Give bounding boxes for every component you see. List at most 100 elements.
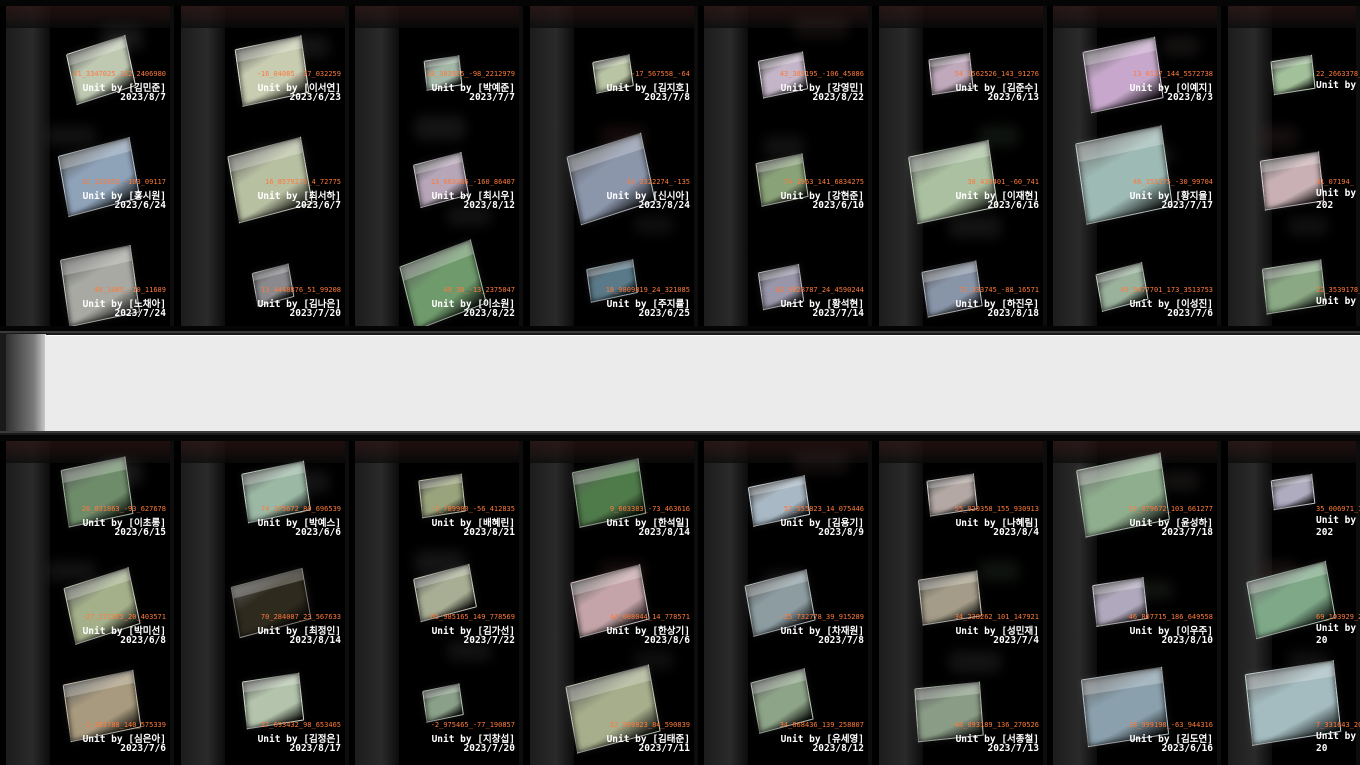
artwork-unit-card[interactable]: 13_663266_-160_86407 Unit by [최시우] 2023/8/…: [355, 134, 523, 234]
artwork-unit-card[interactable]: 72_333745_-88_16571 Unit by [하진우] 2023/8/1…: [879, 242, 1047, 326]
artwork-unit-card[interactable]: -16_04085_-37_032259 Unit by [이서연] 2023/6/…: [181, 26, 349, 126]
unit-author-label: Unit by [: [1316, 515, 1360, 526]
artwork-unit-card[interactable]: 46_807715_186_649558 Unit by [이우주] 2023/8/…: [1053, 569, 1221, 669]
artwork-unit-card[interactable]: 22_3539178_12 Unit by [: [1228, 242, 1360, 326]
gallery-row-bottom: 26_831863_-93_627678 Unit by [이초롱] 2023/6/…: [0, 441, 1360, 765]
artwork-unit-card[interactable]: 69_103929_2 Unit by [20: [1228, 560, 1360, 669]
artwork-unit-card[interactable]: 49_1085_-10_11689 Unit by [노채아] 2023/7/24: [6, 242, 174, 326]
artwork-unit-card[interactable]: 13_4448876_51_99208 Unit by [김나은] 2023/7/2…: [181, 242, 349, 326]
artwork-unit-card[interactable]: 41_3347025_132_2406980 Unit by [김민준] 2023/…: [6, 26, 174, 126]
coordinate-label: 57_555823_14_075446: [783, 505, 864, 513]
artwork-unit-card[interactable]: 57_555823_14_075446 Unit by [김용기] 2023/8/9: [704, 461, 872, 561]
column-top-wall: [1053, 6, 1221, 28]
unit-date-label: 2023/7/20: [463, 743, 515, 754]
artwork-unit-card[interactable]: 54_1562526_143_91276 Unit by [김준수] 2023/6/…: [879, 26, 1047, 126]
unit-date-label: 20: [1316, 635, 1328, 646]
artwork-unit-card[interactable]: -17_567558_-64 Unit by [김지호] 2023/7/8: [530, 26, 698, 126]
blank-display-panel: [45, 335, 1360, 431]
column-top-wall: [6, 441, 174, 463]
artwork-unit-card[interactable]: 31_115853_-103_09117 Unit by [홍시원] 2023/6/…: [6, 134, 174, 234]
coordinate-label: -1_203788_140_575339: [81, 721, 166, 729]
artwork-unit-card[interactable]: 41_07194_ Unit by [202: [1228, 134, 1360, 234]
unit-date-label: 2023/7/6: [120, 743, 166, 754]
artwork-cube-thumbnail[interactable]: [1270, 54, 1316, 96]
artwork-unit-card[interactable]: 13_0137_144_5572738 Unit by [이예지] 2023/8/3: [1053, 26, 1221, 126]
column-top-wall: [355, 441, 523, 463]
coordinate-label: 41_07194_: [1316, 178, 1354, 186]
unit-date-label: 2023/7/14: [812, 308, 864, 319]
artwork-unit-card[interactable]: 74_375672_80_696539 Unit by [박예스] 2023/6/6: [181, 460, 349, 561]
artwork-unit-card[interactable]: -25_732778_39_915289 Unit by [차재원] 2023/7/…: [704, 569, 872, 669]
artwork-unit-card[interactable]: -1_203788_140_575339 Unit by [심은아] 2023/7/…: [6, 669, 174, 765]
column-top-wall: [1228, 441, 1360, 463]
coordinate-label: 13_4448876_51_99208: [260, 286, 341, 294]
artwork-cube-thumbnail[interactable]: [241, 460, 311, 524]
artwork-unit-card[interactable]: 34_238262_101_147921 Unit by [성민재] 2023/7/…: [879, 569, 1047, 669]
coordinate-label: 41_3347025_132_2406980: [73, 70, 166, 78]
artwork-unit-card[interactable]: 38_439401_-60_741 Unit by [이재현] 2023/6/16: [879, 134, 1047, 234]
coordinate-label: 34_868436_139_258807: [779, 721, 864, 729]
artwork-unit-card[interactable]: -2_975465_-77_190857 Unit by [지창섭] 2023/7/…: [355, 677, 523, 765]
artwork-unit-card[interactable]: 70_284087_23_567633 Unit by [최정인] 2023/8/1…: [181, 567, 349, 669]
artwork-unit-card[interactable]: 22_2663378_68_ Unit by [: [1228, 26, 1360, 126]
artwork-cube-thumbnail[interactable]: [1270, 473, 1316, 511]
coordinate-label: 31_115853_-103_09117: [81, 178, 166, 186]
coordinate-label: 22_2663378_68_: [1316, 70, 1360, 78]
unit-date-label: 2023/7/8: [818, 635, 864, 646]
unit-date-label: 2023/8/3: [1167, 92, 1213, 103]
artwork-unit-card[interactable]: 43_2322274_-135 Unit by [신시아] 2023/8/24: [530, 132, 698, 234]
coordinate-label: 22_3539178_12: [1316, 286, 1360, 294]
unit-date-label: 2023/8/6: [644, 635, 690, 646]
top-column-3: 18_383925_-98_2212979 Unit by [박예준] 2023/7…: [355, 6, 523, 326]
coordinate-label: 43_389195_-106_45086: [779, 70, 864, 78]
coordinate-label: 35_006971_1: [1316, 505, 1360, 513]
artwork-unit-card[interactable]: 34_868436_139_258807 Unit by [유세영] 2023/8/…: [704, 668, 872, 765]
artwork-unit-card[interactable]: 35_006971_1 Unit by [202: [1228, 461, 1360, 561]
column-top-wall: [530, 441, 698, 463]
top-column-7: 13_0137_144_5572738 Unit by [이예지] 2023/8/3…: [1053, 6, 1221, 326]
artwork-unit-card[interactable]: 46_155175_-30_99704 Unit by [황지율] 2023/7/1…: [1053, 125, 1221, 234]
unit-author-label: Unit by [: [1316, 296, 1360, 307]
artwork-unit-card[interactable]: -27_272925_20_403571 Unit by [박미선] 2023/6/…: [6, 567, 174, 669]
artwork-unit-card[interactable]: 7_331643_20 Unit by 20: [1228, 660, 1360, 765]
coordinate-label: 74_375672_80_696539: [260, 505, 341, 513]
artwork-unit-card[interactable]: 16_8579275_4_72775 Unit by [최서하] 2023/6/7: [181, 134, 349, 234]
coordinate-label: 34_238262_101_147921: [954, 613, 1039, 621]
artwork-unit-card[interactable]: 43_389195_-106_45086 Unit by [강영민] 2023/8/…: [704, 26, 872, 126]
artwork-unit-card[interactable]: 9_603383_-73_463616 Unit by [한석일] 2023/8/1…: [530, 458, 698, 561]
unit-date-label: 2023/7/11: [638, 743, 690, 754]
artwork-unit-card[interactable]: 53_079672_103_661277 Unit by [윤성하] 2023/7/…: [1053, 452, 1221, 561]
artwork-unit-card[interactable]: 18_383925_-98_2212979 Unit by [박예준] 2023/7…: [355, 26, 523, 126]
coordinate-label: -27_272925_20_403571: [81, 613, 166, 621]
coordinate-label: 65_985165_149_778569: [430, 613, 515, 621]
bottom-column-1: 26_831863_-93_627678 Unit by [이초롱] 2023/6/…: [6, 441, 174, 765]
artwork-cube-thumbnail[interactable]: [1075, 125, 1173, 225]
coordinate-label: 70_284087_23_567633: [260, 613, 341, 621]
coordinate-label: 49_1085_-10_11689: [94, 286, 166, 294]
artwork-cube-thumbnail[interactable]: [422, 683, 464, 723]
artwork-unit-card[interactable]: -3_789900_-56_412835 Unit by [배혜린] 2023/8/…: [355, 461, 523, 561]
artwork-unit-card[interactable]: 48_093189_136_270526 Unit by [서종철] 2023/7/…: [879, 677, 1047, 765]
coordinate-label: 27_693432_98_653465: [260, 721, 341, 729]
artwork-unit-card[interactable]: 18_9809819_24_321085 Unit by [주지률] 2023/6/…: [530, 242, 698, 326]
top-column-6: 54_1562526_143_91276 Unit by [김준수] 2023/6/…: [879, 6, 1047, 326]
artwork-unit-card[interactable]: 22_999823_84_590839 Unit by [김태준] 2023/7/1…: [530, 664, 698, 765]
unit-date-label: 2023/8/10: [1161, 635, 1213, 646]
artwork-unit-card[interactable]: 44_008044_14_778571 Unit by [한상기] 2023/8/6: [530, 564, 698, 669]
artwork-unit-card[interactable]: 65_985165_149_778569 Unit by [김가선] 2023/7/…: [355, 563, 523, 669]
unit-date-label: 2023/8/17: [289, 743, 341, 754]
coordinate-label: -17_567558_-64: [630, 70, 690, 78]
artwork-unit-card[interactable]: 49_38_-13_2375047 Unit by [이소원] 2023/8/22: [355, 239, 523, 326]
artwork-unit-card[interactable]: 74_1963_141_6834275 Unit by [강현준] 2023/6/1…: [704, 134, 872, 234]
artwork-cube-thumbnail[interactable]: [1259, 151, 1325, 211]
unit-date-label: 2023/7/20: [289, 308, 341, 319]
artwork-unit-card[interactable]: 18_999198_-63_944316 Unit by [김도연] 2023/6/…: [1053, 666, 1221, 765]
coordinate-label: -2_975465_-77_190857: [430, 721, 515, 729]
unit-date-label: 2023/6/6: [295, 527, 341, 538]
artwork-unit-card[interactable]: 83_9928787_24_4590244 Unit by [황석현] 2023/7…: [704, 242, 872, 326]
artwork-unit-card[interactable]: 26_831863_-93_627678 Unit by [이초롱] 2023/6/…: [6, 456, 174, 561]
artwork-unit-card[interactable]: 27_693432_98_653465 Unit by [김정은] 2023/8/1…: [181, 672, 349, 765]
artwork-unit-card[interactable]: 55_020358_155_930913 Unit by [나혜림] 2023/8/…: [879, 461, 1047, 561]
top-column-8: 22_2663378_68_ Unit by [41_07194_ Unit by …: [1228, 6, 1360, 326]
artwork-unit-card[interactable]: 49_9477701_173_3513753 Unit by [이성진] 2023/…: [1053, 242, 1221, 326]
